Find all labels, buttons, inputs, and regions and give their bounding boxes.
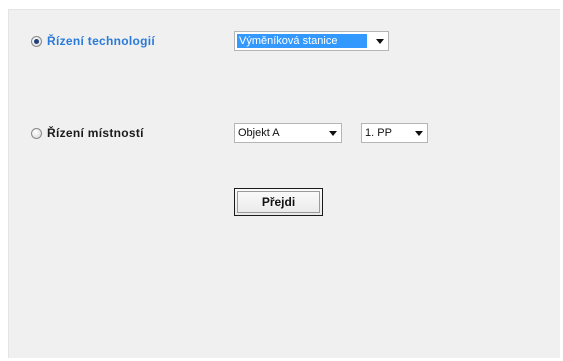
- radio-label-rooms[interactable]: Řízení místností: [47, 126, 144, 140]
- go-button-label: Přejdi: [261, 195, 296, 209]
- radio-option-technologies[interactable]: Řízení technologií: [31, 34, 155, 48]
- radio-label-technologies[interactable]: Řízení technologií: [47, 34, 155, 48]
- go-button[interactable]: Přejdi: [234, 188, 323, 216]
- form-window: Řízení technologií Výměníková stanice Ří…: [8, 9, 560, 358]
- radio-option-rooms[interactable]: Řízení místností: [31, 126, 144, 140]
- building-select-value: Objekt A: [238, 127, 280, 139]
- chevron-down-icon[interactable]: [411, 124, 427, 142]
- chevron-down-icon[interactable]: [325, 124, 341, 142]
- technology-select-value: Výměníková stanice: [237, 34, 367, 48]
- building-select[interactable]: Objekt A: [234, 123, 342, 143]
- technology-select[interactable]: Výměníková stanice: [234, 31, 389, 51]
- radio-button-technologies[interactable]: [31, 35, 42, 47]
- floor-select[interactable]: 1. PP: [361, 123, 428, 143]
- floor-select-value: 1. PP: [365, 127, 392, 139]
- radio-button-rooms[interactable]: [31, 127, 42, 139]
- chevron-down-icon[interactable]: [372, 32, 388, 50]
